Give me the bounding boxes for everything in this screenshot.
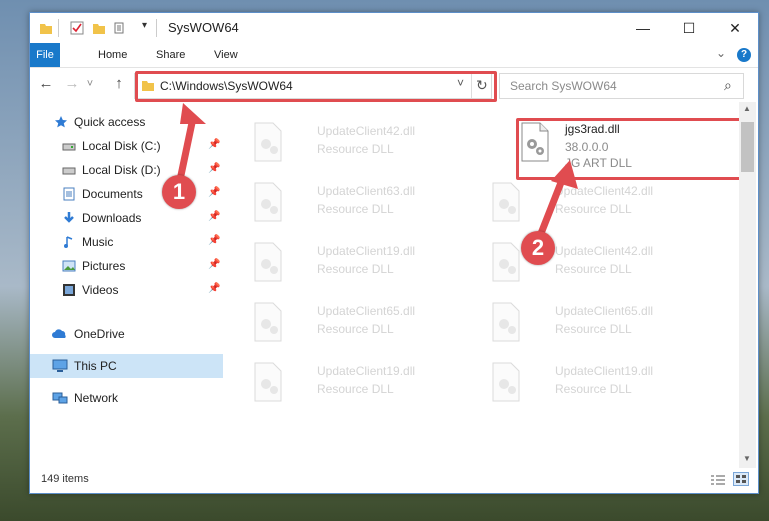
step-badge-1: 1 (162, 175, 196, 209)
annotation-arrows (176, 103, 578, 238)
arrow-2 (536, 160, 578, 238)
arrow-1 (176, 103, 206, 181)
step-badge-2: 2 (521, 231, 555, 265)
